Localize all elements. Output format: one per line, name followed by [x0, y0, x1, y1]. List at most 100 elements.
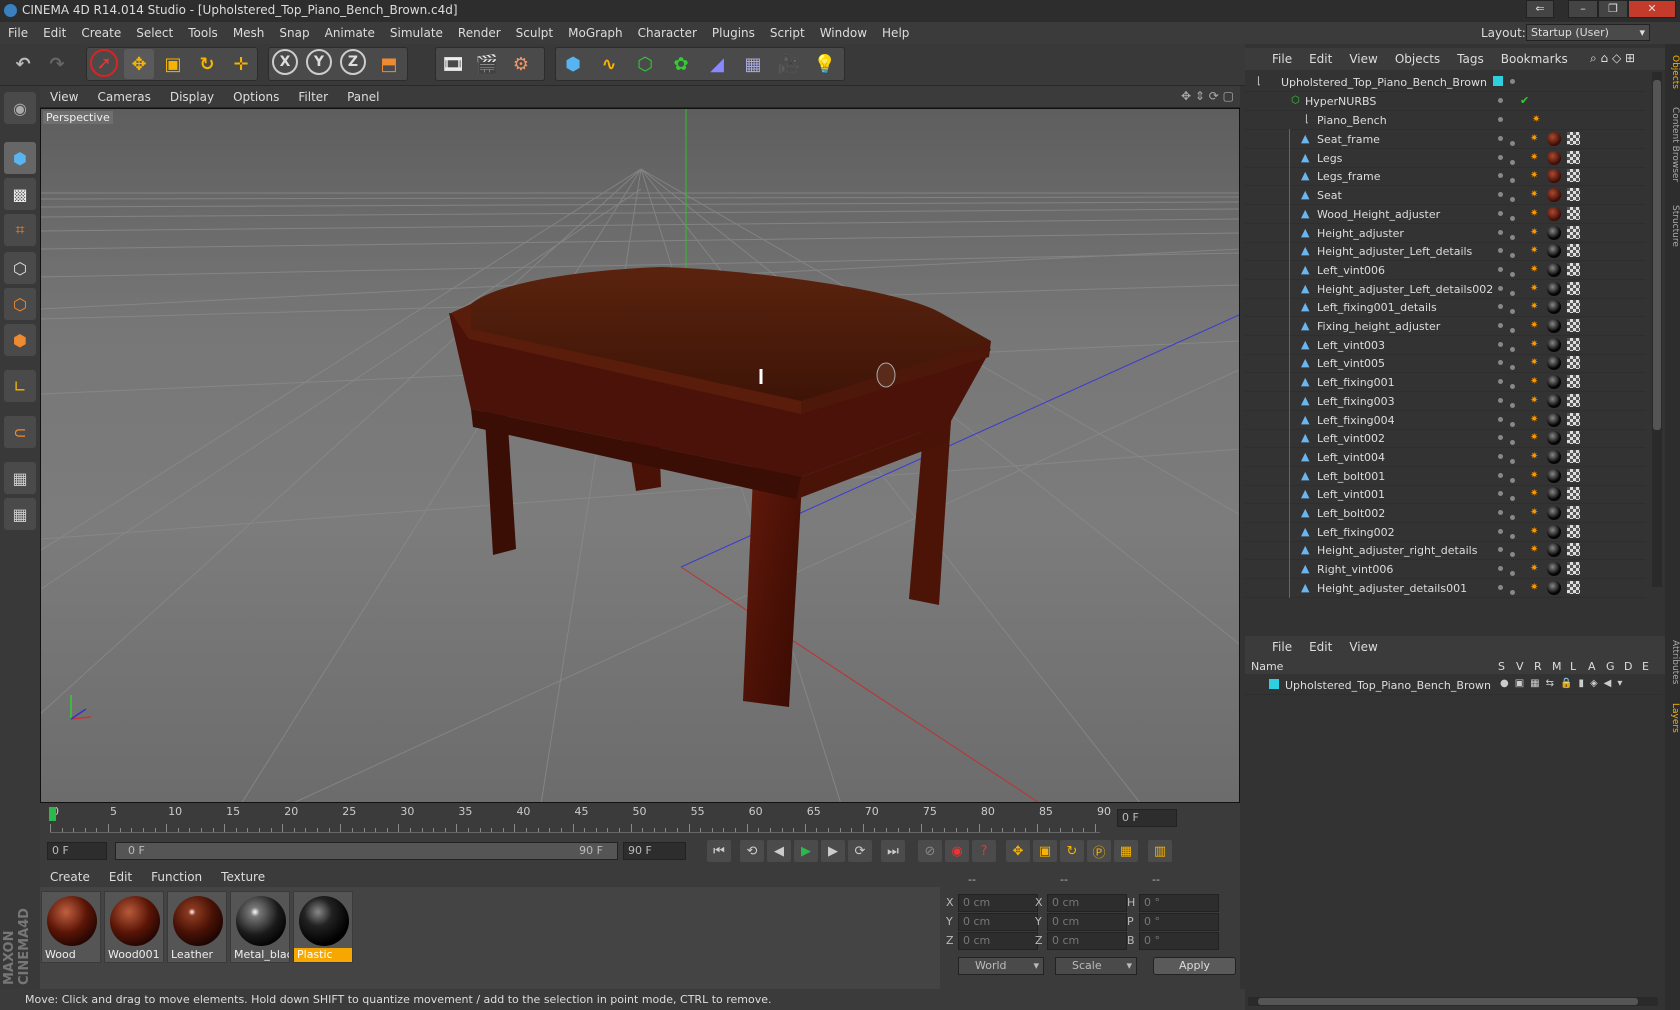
object-row[interactable]: ▲ Legs_frame ✷ — [1245, 166, 1645, 187]
goto-end-icon[interactable]: ⏭ — [881, 840, 905, 862]
timeline-playhead[interactable] — [49, 807, 56, 821]
tab-attributes[interactable]: Attributes — [1665, 635, 1680, 690]
nurbs-icon[interactable]: ⬡ — [630, 49, 660, 79]
object-row-root[interactable]: ⌊ Upholstered_Top_Piano_Bench_Brown — [1245, 72, 1645, 92]
visibility-dot[interactable] — [1498, 341, 1503, 347]
render-dot[interactable] — [1510, 589, 1515, 595]
material-menu-function[interactable]: Function — [141, 867, 211, 884]
visibility-dot[interactable] — [1498, 547, 1503, 553]
object-row[interactable]: ▲ Left_fixing003 ✷ — [1245, 390, 1645, 411]
object-menu-file[interactable]: File — [1263, 48, 1300, 66]
close-button[interactable]: ✕ — [1628, 0, 1676, 18]
object-row[interactable]: ▲ Fixing_height_adjuster ✷ — [1245, 316, 1645, 336]
object-row[interactable]: ▲ Left_fixing001 ✷ — [1245, 372, 1645, 393]
perspective-viewport[interactable]: Perspective — [40, 108, 1240, 803]
object-row[interactable]: ▲ Left_vint004 ✷ — [1245, 446, 1645, 467]
coord-value-field[interactable]: 0 cm — [958, 894, 1038, 912]
material-tag-icon[interactable] — [1547, 150, 1561, 165]
coord-value-field[interactable]: 0 cm — [958, 932, 1038, 950]
spline-icon[interactable]: ∿ — [594, 49, 624, 79]
material-tag-icon[interactable] — [1547, 206, 1561, 221]
start-frame-field[interactable]: 0 F — [47, 842, 107, 860]
layer-menu-file[interactable]: File — [1263, 636, 1300, 654]
visibility-dot[interactable] — [1498, 154, 1503, 160]
tab-objects[interactable]: Objects — [1665, 50, 1680, 95]
x-axis-icon[interactable]: X — [272, 49, 298, 75]
object-menu-objects[interactable]: Objects — [1386, 48, 1448, 66]
viewport-menu-filter[interactable]: Filter — [288, 86, 337, 104]
object-row[interactable]: ▲ Height_adjuster_right_details ✷ — [1245, 540, 1645, 561]
menu-edit[interactable]: Edit — [35, 22, 73, 40]
material-tag-icon[interactable] — [1547, 449, 1561, 464]
restore-tool-button[interactable]: ⇐ — [1526, 0, 1554, 18]
menu-tools[interactable]: Tools — [180, 22, 225, 40]
move-icon[interactable]: ✥ — [124, 49, 154, 79]
material-wood[interactable]: Wood — [41, 891, 101, 963]
visibility-dot[interactable] — [1498, 173, 1503, 179]
render-dot[interactable] — [1510, 571, 1515, 577]
object-row[interactable]: ▲ Legs ✷ — [1245, 147, 1645, 168]
object-row[interactable]: ▲ Left_bolt002 ✷ — [1245, 503, 1645, 523]
render-dot[interactable] — [1510, 141, 1515, 146]
apply-button[interactable]: Apply — [1153, 957, 1236, 975]
menu-sculpt[interactable]: Sculpt — [508, 22, 560, 40]
render-dot[interactable] — [1510, 253, 1515, 259]
visibility-dot[interactable] — [1498, 360, 1503, 366]
render-dot[interactable] — [1510, 159, 1515, 165]
render-dot[interactable] — [1510, 309, 1515, 315]
material-tag-icon[interactable] — [1547, 580, 1561, 595]
key-rotation-icon[interactable]: ↻ — [1060, 840, 1084, 862]
loop-forward-icon[interactable]: ⟳ — [848, 840, 872, 862]
visibility-dot[interactable] — [1498, 416, 1503, 422]
object-menu-view[interactable]: View — [1340, 48, 1385, 66]
object-row[interactable]: ▲ Left_vint003 ✷ — [1245, 334, 1645, 355]
viewport-menu-options[interactable]: Options — [223, 86, 288, 104]
visibility-dot[interactable] — [1498, 98, 1503, 103]
key-pla-icon[interactable]: ▦ — [1114, 840, 1138, 862]
menu-select[interactable]: Select — [128, 22, 180, 40]
points-mode-icon[interactable]: ⬡ — [4, 252, 36, 284]
render-dot[interactable] — [1510, 552, 1515, 558]
uvw-tag-icon[interactable] — [1567, 244, 1580, 258]
material-tag-icon[interactable] — [1547, 412, 1561, 427]
visibility-dot[interactable] — [1498, 566, 1503, 572]
visibility-dot[interactable] — [1498, 136, 1503, 141]
cube-icon[interactable]: ⬢ — [558, 49, 588, 79]
viewport-menu-view[interactable]: View — [40, 86, 87, 104]
coord-value-field[interactable]: 0 ° — [1139, 913, 1219, 931]
uvw-tag-icon[interactable] — [1567, 506, 1580, 519]
menu-render[interactable]: Render — [450, 22, 508, 40]
visibility-dot[interactable] — [1510, 79, 1515, 84]
uvw-tag-icon[interactable] — [1567, 169, 1580, 183]
object-row[interactable]: ▲ Height_adjuster ✷ — [1245, 222, 1645, 243]
uvw-tag-icon[interactable] — [1567, 206, 1580, 220]
render-dot[interactable] — [1510, 346, 1515, 352]
select-arrow-icon[interactable]: ➚ — [90, 49, 118, 77]
object-row[interactable]: ▲ Left_vint006 ✷ — [1245, 259, 1645, 280]
render-picture-viewer-icon[interactable]: 🎬 — [472, 49, 502, 79]
object-row[interactable]: ▲ Height_adjuster_details001 ✷ — [1245, 577, 1645, 598]
render-dot[interactable] — [1510, 178, 1515, 184]
visibility-dot[interactable] — [1498, 323, 1503, 328]
material-tag-icon[interactable] — [1547, 562, 1561, 577]
uvw-tag-icon[interactable] — [1567, 431, 1580, 445]
enabled-check-icon[interactable]: ✔ — [1520, 94, 1529, 107]
max-frame-field[interactable]: 90 F — [623, 842, 686, 860]
uvw-tag-icon[interactable] — [1567, 150, 1580, 164]
key-scale-icon[interactable]: ▣ — [1033, 840, 1057, 862]
layer-menu-view[interactable]: View — [1340, 636, 1385, 654]
uvw-tag-icon[interactable] — [1567, 524, 1580, 538]
polygons-mode-icon[interactable]: ⬢ — [4, 324, 36, 356]
timeline-current-frame-field[interactable]: 0 F — [1117, 809, 1177, 827]
timeline-window-icon[interactable]: ▥ — [1148, 840, 1172, 862]
array-icon[interactable]: ✿ — [666, 49, 696, 79]
material-wood001[interactable]: Wood001 — [104, 891, 164, 963]
render-dot[interactable] — [1510, 515, 1515, 520]
material-tag-icon[interactable] — [1547, 337, 1561, 352]
texture-mode-icon[interactable]: ▩ — [4, 178, 36, 210]
uvw-tag-icon[interactable] — [1567, 281, 1580, 295]
menu-snap[interactable]: Snap — [271, 22, 316, 40]
timeline-ruler[interactable]: 051015202530354045505560657075808590 0 F — [40, 803, 1240, 835]
object-row[interactable]: ▲ Left_fixing001_details ✷ — [1245, 297, 1645, 318]
object-scrollbar[interactable] — [1652, 72, 1662, 587]
